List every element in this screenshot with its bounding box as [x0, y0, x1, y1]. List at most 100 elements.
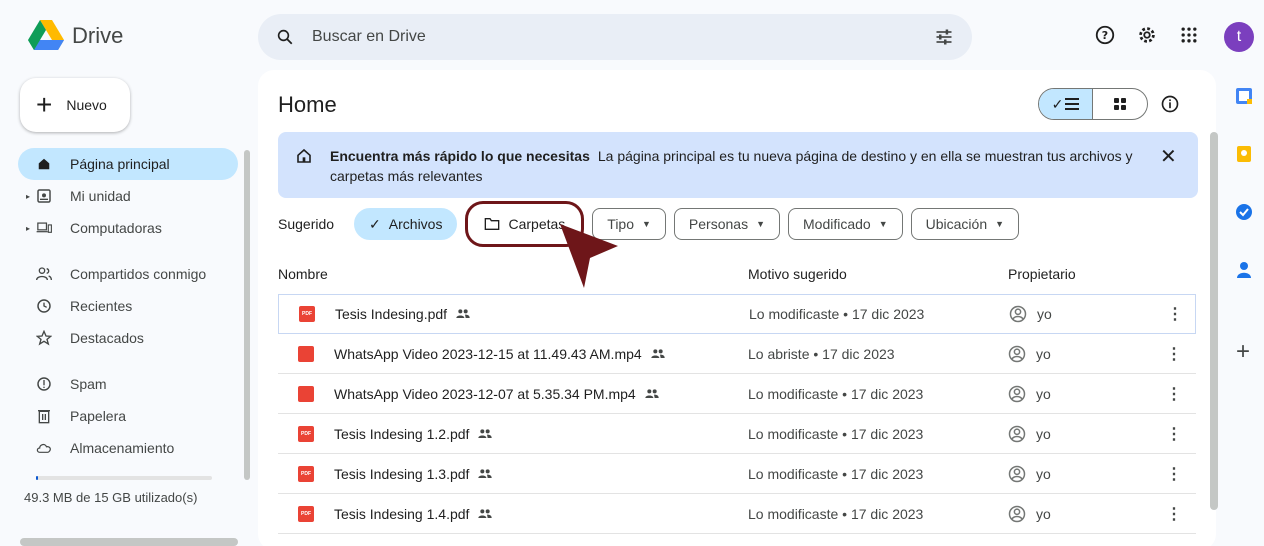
more-vert-icon[interactable]: ⋮: [1167, 304, 1183, 324]
file-table: PDF Tesis Indesing.pdf Lo modificaste • …: [278, 294, 1196, 534]
pdf-file-icon: PDF: [298, 505, 314, 522]
drive-logo-icon: [28, 20, 64, 50]
search-input[interactable]: Buscar en Drive: [312, 28, 934, 46]
owner: yo: [1008, 345, 1051, 363]
tasks-icon[interactable]: [1232, 200, 1256, 224]
sidebar-item-storage[interactable]: Almacenamiento: [18, 432, 238, 464]
more-vert-icon[interactable]: ⋮: [1166, 464, 1182, 484]
view-toggle[interactable]: ✓: [1038, 88, 1148, 120]
sidebar-item-my-drive[interactable]: ▸ Mi unidad: [18, 180, 238, 212]
chips-label: Sugerido: [278, 216, 335, 232]
file-name[interactable]: Tesis Indesing 1.2.pdf: [334, 426, 493, 442]
main-panel: Home ✓ Encuentra más rápido lo que neces…: [258, 70, 1216, 546]
expand-caret-icon[interactable]: ▸: [26, 224, 30, 233]
file-name[interactable]: Tesis Indesing 1.3.pdf: [334, 466, 493, 482]
table-row[interactable]: PDF Tesis Indesing 1.3.pdf Lo modificast…: [278, 454, 1196, 494]
app-name: Drive: [72, 23, 124, 48]
pdf-file-icon: PDF: [298, 465, 314, 482]
main-scrollbar[interactable]: [1210, 132, 1218, 510]
account-circle-icon: [1008, 385, 1026, 402]
column-header-owner[interactable]: Propietario: [1008, 266, 1076, 282]
file-name[interactable]: WhatsApp Video 2023-12-15 at 11.49.43 AM…: [334, 346, 666, 362]
table-row[interactable]: PDF Tesis Indesing 1.2.pdf Lo modificast…: [278, 414, 1196, 454]
table-row[interactable]: WhatsApp Video 2023-12-15 at 11.49.43 AM…: [278, 334, 1196, 374]
more-vert-icon[interactable]: ⋮: [1166, 344, 1182, 364]
sidebar-item-starred[interactable]: Destacados: [18, 322, 238, 354]
sidebar-item-label: Recientes: [70, 298, 133, 314]
file-name-text: Tesis Indesing 1.3.pdf: [334, 465, 470, 482]
chip-modified[interactable]: Modificado ▼: [788, 208, 903, 240]
close-icon[interactable]: ✕: [1160, 144, 1177, 169]
keep-icon[interactable]: [1232, 142, 1256, 166]
shared-icon: [478, 508, 493, 518]
chip-files[interactable]: ✓ Archivos: [354, 208, 458, 240]
grid-view-button[interactable]: [1093, 89, 1147, 119]
table-row[interactable]: PDF Tesis Indesing 1.4.pdf Lo modificast…: [278, 494, 1196, 534]
file-name[interactable]: WhatsApp Video 2023-12-07 at 5.35.34 PM.…: [334, 386, 660, 402]
search-options-icon[interactable]: [934, 27, 954, 47]
account-circle-icon: [1008, 345, 1026, 362]
chip-people[interactable]: Personas ▼: [673, 208, 780, 240]
suggested-reason: Lo modificaste • 17 dic 2023: [748, 505, 924, 522]
list-view-button[interactable]: ✓: [1039, 89, 1094, 119]
search-icon[interactable]: [276, 28, 294, 46]
account-circle-icon: [1008, 505, 1026, 522]
owner: yo: [1008, 505, 1051, 523]
pdf-label: PDF: [301, 430, 311, 437]
file-name[interactable]: Tesis Indesing 1.4.pdf: [334, 506, 493, 522]
new-button-label: Nuevo: [66, 97, 107, 113]
calendar-icon[interactable]: [1232, 84, 1256, 108]
horizontal-scrollbar[interactable]: [20, 538, 238, 546]
chip-label: Archivos: [388, 216, 443, 232]
file-name[interactable]: Tesis Indesing.pdf: [335, 306, 471, 322]
chip-location[interactable]: Ubicación ▼: [910, 208, 1020, 240]
shared-icon: [478, 428, 493, 438]
sidebar-item-recent[interactable]: Recientes: [18, 290, 238, 322]
filter-chips: Sugerido ✓ Archivos Carpetas Tipo ▼ Pers…: [278, 201, 1027, 247]
suggested-reason: Lo modificaste • 17 dic 2023: [748, 465, 924, 482]
sidebar-item-label: Computadoras: [70, 220, 162, 236]
owner-name: yo: [1036, 505, 1051, 522]
suggested-reason: Lo abriste • 17 dic 2023: [748, 345, 895, 362]
add-addon-icon[interactable]: +: [1236, 338, 1250, 366]
pdf-file-icon: PDF: [298, 425, 314, 442]
help-icon[interactable]: ?: [1092, 22, 1118, 48]
people-icon: [36, 266, 52, 282]
avatar[interactable]: t: [1224, 22, 1254, 52]
grid-icon: [1114, 98, 1126, 110]
sidebar-item-computers[interactable]: ▸ Computadoras: [18, 212, 238, 244]
sidebar-item-home[interactable]: Página principal: [18, 148, 238, 180]
sidebar-item-spam[interactable]: Spam: [18, 368, 238, 400]
list-icon: [1065, 98, 1080, 110]
account-circle-icon: [1008, 425, 1026, 442]
more-vert-icon[interactable]: ⋮: [1166, 504, 1182, 524]
owner-name: yo: [1037, 306, 1052, 322]
computer-icon: [36, 220, 52, 236]
file-name-text: WhatsApp Video 2023-12-07 at 5.35.34 PM.…: [334, 385, 636, 402]
column-header-name[interactable]: Nombre: [278, 266, 328, 282]
cloud-icon: [36, 440, 52, 456]
sidebar-item-shared[interactable]: Compartidos conmigo: [18, 258, 238, 290]
sidebar-scrollbar[interactable]: [244, 150, 250, 480]
owner: yo: [1009, 305, 1052, 323]
sidebar-item-trash[interactable]: Papelera: [18, 400, 238, 432]
drive-logo[interactable]: Drive: [28, 20, 123, 52]
table-row[interactable]: WhatsApp Video 2023-12-07 at 5.35.34 PM.…: [278, 374, 1196, 414]
column-header-reason[interactable]: Motivo sugerido: [748, 266, 847, 282]
more-vert-icon[interactable]: ⋮: [1166, 384, 1182, 404]
shared-icon: [651, 348, 665, 358]
trash-icon: [36, 408, 52, 424]
info-icon[interactable]: [1160, 94, 1180, 117]
sidebar-item-label: Página principal: [70, 156, 170, 172]
new-button[interactable]: + Nuevo: [20, 78, 130, 132]
expand-caret-icon[interactable]: ▸: [26, 192, 30, 201]
search-bar[interactable]: Buscar en Drive: [258, 14, 972, 60]
pdf-label: PDF: [301, 470, 311, 477]
table-row[interactable]: PDF Tesis Indesing.pdf Lo modificaste • …: [278, 294, 1196, 334]
page-title: Home: [278, 92, 337, 117]
more-vert-icon[interactable]: ⋮: [1166, 424, 1182, 444]
contacts-icon[interactable]: [1232, 258, 1256, 282]
shared-icon: [478, 468, 493, 478]
gear-icon[interactable]: [1134, 22, 1160, 48]
apps-grid-icon[interactable]: [1176, 22, 1202, 48]
